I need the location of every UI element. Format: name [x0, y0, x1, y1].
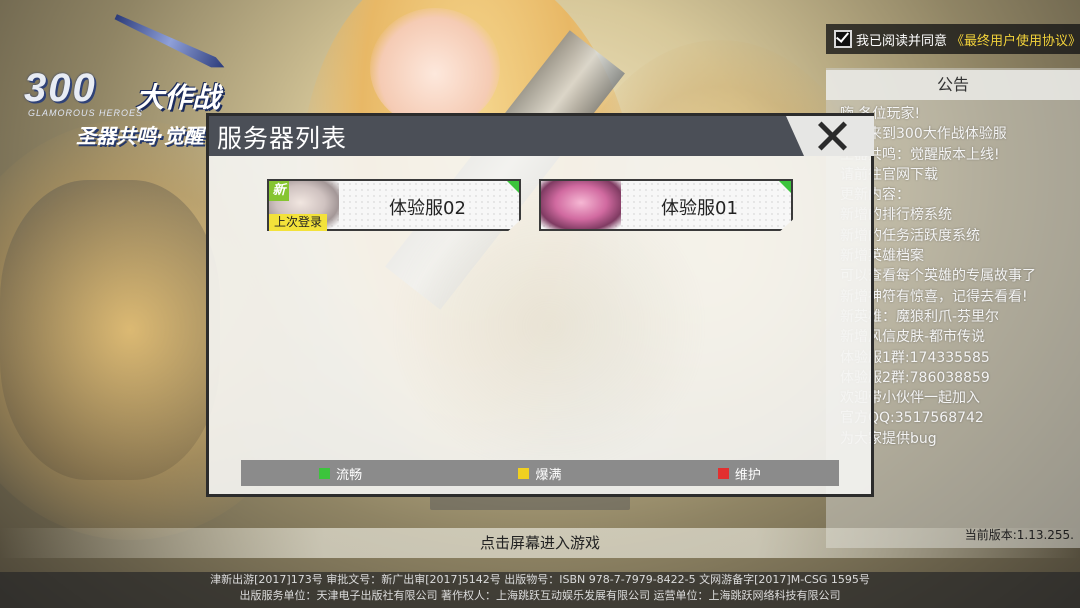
notice-line: 官方QQ:3517568742: [840, 410, 984, 427]
legend-color-green: [319, 467, 331, 479]
footer-line-2: 出版服务单位：天津电子出版社有限公司 著作权人：上海跳跃互动娱乐发展有限公司 运…: [239, 589, 841, 602]
new-badge: 新: [269, 181, 289, 201]
notice-line: 新增神符有惊喜，记得去看看!: [840, 288, 1028, 305]
notice-line: 欢迎来到300大作战体验服: [840, 126, 1007, 143]
legend-smooth: 流畅: [319, 464, 362, 483]
notice-line: 体验服1群:174335585: [840, 349, 990, 366]
logo-subtitle: GLAMOROUS HEROES: [28, 108, 144, 118]
license-footer: 津新出游[2017]173号 审批文号：新广出审[2017]5142号 出版物号…: [0, 572, 1080, 608]
last-login-badge: 上次登录: [269, 214, 328, 231]
notice-line: 新增的排行榜系统: [840, 207, 952, 224]
notice-line: 为大家提供bug: [840, 430, 937, 447]
agreement-checkbox[interactable]: [834, 30, 852, 48]
notice-line: 圣器共鸣：觉醒版本上线!: [840, 146, 1000, 163]
notice-line: 新英雄：魔狼利爪-芬里尔: [840, 308, 1000, 325]
agreement-bar[interactable]: 我已阅读并同意 《最终用户使用协议》: [826, 24, 1080, 54]
bg-character-face: [370, 8, 500, 128]
server-avatar: [541, 181, 621, 229]
status-legend: 流畅 爆满 维护: [241, 460, 839, 486]
legend-color-red: [717, 467, 729, 479]
agreement-link[interactable]: 《最终用户使用协议》: [951, 30, 1080, 49]
enter-game-prompt[interactable]: 点击屏幕进入游戏: [0, 528, 1080, 558]
notice-line: 新增风信皮肤-都市传说: [840, 329, 986, 346]
footer-line-1: 津新出游[2017]173号 审批文号：新广出审[2017]5142号 出版物号…: [210, 573, 870, 586]
server-name: 体验服02: [389, 198, 466, 219]
notice-line: 请前往官网下载: [840, 166, 938, 183]
notice-line: 新增的任务活跃度系统: [840, 227, 980, 244]
dialog-title: 服务器列表: [217, 124, 348, 153]
server-name: 体验服01: [661, 198, 738, 219]
server-item-exp01[interactable]: 体验服01: [539, 179, 793, 231]
legend-full: 爆满: [518, 464, 562, 483]
notice-line: 体验服2群:786038859: [840, 369, 990, 386]
logo-title: 大作战: [136, 81, 221, 114]
logo-number: 300: [24, 66, 97, 110]
notice-title: 公告: [826, 70, 1080, 100]
server-item-exp02[interactable]: 新 上次登录 体验服02: [267, 179, 521, 231]
notice-line: 新增英雄档案: [840, 248, 924, 265]
notice-content: 嗨 各位玩家! 欢迎来到300大作战体验服 圣器共鸣：觉醒版本上线! 请前往官网…: [840, 104, 1080, 449]
close-icon[interactable]: [815, 120, 849, 152]
version-label: 当前版本:1.13.255.: [964, 528, 1074, 542]
notice-line: 可以查看每个英雄的专属故事了: [840, 268, 1036, 285]
legend-maintenance: 维护: [717, 464, 761, 483]
logo-slogan: 圣器共鸣·觉醒: [76, 124, 204, 148]
dialog-title-bar: 服务器列表: [209, 116, 874, 156]
server-list-dialog: 服务器列表 新 上次登录 体验服02 体验服01 流畅 爆满 维护: [206, 113, 874, 497]
legend-color-yellow: [518, 467, 530, 479]
agreement-text: 我已阅读并同意: [856, 33, 948, 49]
notice-line: 更新内容：: [840, 187, 910, 204]
notice-line: 嗨 各位玩家!: [840, 106, 921, 122]
notice-line: 欢迎带小伙伴一起加入: [840, 390, 980, 407]
